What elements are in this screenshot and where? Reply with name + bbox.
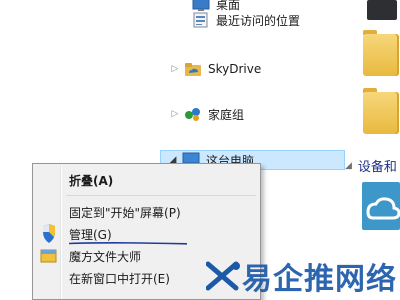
context-menu: 折叠(A) 固定到"开始"屏幕(P) 管理(G) 魔方文件大师 在新窗口中打开(… [32,163,261,300]
menu-item-open-new-window[interactable]: 在新窗口中打开(E) [35,267,258,289]
uac-shield-icon [35,223,63,245]
homegroup-icon [184,106,202,122]
expand-arrow-icon[interactable]: ▷ [170,109,180,119]
nav-item-recent-places[interactable]: 最近访问的位置 [178,10,300,30]
magic-cube-icon [35,245,63,267]
nav-item-label: 家庭组 [208,107,245,122]
devices-section-header[interactable]: ◢ 设备和 [345,156,397,175]
video-folder-thumbnail[interactable] [367,0,397,20]
recent-places-icon [192,12,210,28]
menu-item-collapse[interactable]: 折叠(A) [35,169,258,191]
menu-item-label: 折叠(A) [69,173,114,188]
expand-arrow-icon[interactable]: ▷ [170,64,180,74]
menu-item-label: 管理(G) [69,227,112,242]
menu-item-icon-slot [35,201,63,223]
folder-icon[interactable] [363,34,399,76]
menu-item-label: 魔方文件大师 [69,249,142,264]
menu-item-label: 在新窗口中打开(E) [69,271,170,286]
folder-icon[interactable] [363,92,399,134]
menu-separator [66,195,256,196]
skydrive-tile[interactable] [362,182,400,230]
menu-item-manage[interactable]: 管理(G) [35,223,258,245]
section-title: 设备和 [357,160,397,175]
cloud-icon [366,197,400,220]
menu-item-label: 固定到"开始"屏幕(P) [69,205,181,220]
menu-item-pin-to-start[interactable]: 固定到"开始"屏幕(P) [35,201,258,223]
content-pane [345,0,400,300]
nav-item-label: 最近访问的位置 [216,13,301,28]
section-collapse-icon[interactable]: ◢ [345,161,352,171]
menu-item-icon-slot [35,169,63,191]
skydrive-icon [184,61,202,77]
menu-item-magic-cube[interactable]: 魔方文件大师 [35,245,258,267]
menu-item-icon-slot [35,267,63,289]
nav-item-label: SkyDrive [208,62,262,76]
nav-item-homegroup[interactable]: ▷ 家庭组 [170,104,244,124]
nav-item-skydrive[interactable]: ▷ SkyDrive [170,59,261,79]
